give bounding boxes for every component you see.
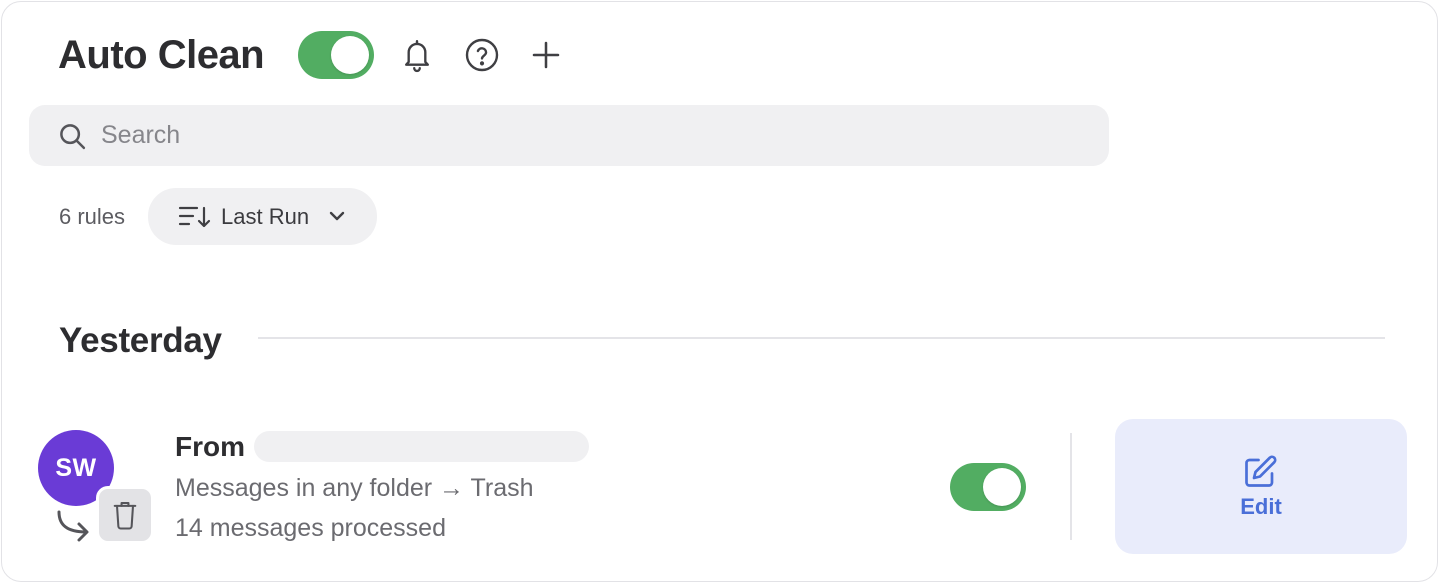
bell-icon [405, 39, 429, 73]
edit-icon [1245, 455, 1277, 487]
auto-clean-toggle[interactable] [298, 31, 374, 79]
edit-rule-button[interactable]: Edit [1115, 419, 1407, 554]
trash-icon [113, 501, 137, 530]
auto-clean-panel: Auto Clean 6 rules [1, 1, 1438, 582]
sort-dropdown[interactable]: Last Run [148, 188, 377, 245]
chevron-down-icon [329, 211, 345, 221]
toggle-knob [331, 36, 369, 74]
search-bar[interactable] [29, 105, 1109, 166]
trash-badge [96, 486, 154, 544]
section-title: Yesterday [59, 321, 222, 360]
rule-stats: 14 messages processed [175, 514, 446, 542]
avatar-initials: SW [55, 453, 97, 482]
sort-label: Last Run [221, 204, 310, 229]
redirect-arrow-icon [57, 510, 89, 542]
notifications-button[interactable] [397, 35, 437, 75]
section-divider [258, 337, 1385, 339]
toggle-knob [983, 468, 1021, 506]
edit-label: Edit [1240, 494, 1282, 519]
search-input[interactable] [101, 115, 1081, 156]
sort-icon [178, 206, 211, 228]
help-button[interactable] [462, 35, 502, 75]
plus-icon [532, 41, 560, 69]
search-icon [60, 124, 86, 150]
add-rule-button[interactable] [526, 35, 566, 75]
vertical-divider [1070, 433, 1072, 540]
redacted-sender [254, 431, 589, 462]
rule-from-label: From [175, 431, 245, 462]
rule-count: 6 rules [59, 204, 126, 229]
rule-toggle[interactable] [950, 463, 1026, 511]
help-icon [465, 38, 499, 72]
page-title: Auto Clean [58, 33, 265, 77]
rule-description: Messages in any folder → Trash [175, 474, 534, 502]
